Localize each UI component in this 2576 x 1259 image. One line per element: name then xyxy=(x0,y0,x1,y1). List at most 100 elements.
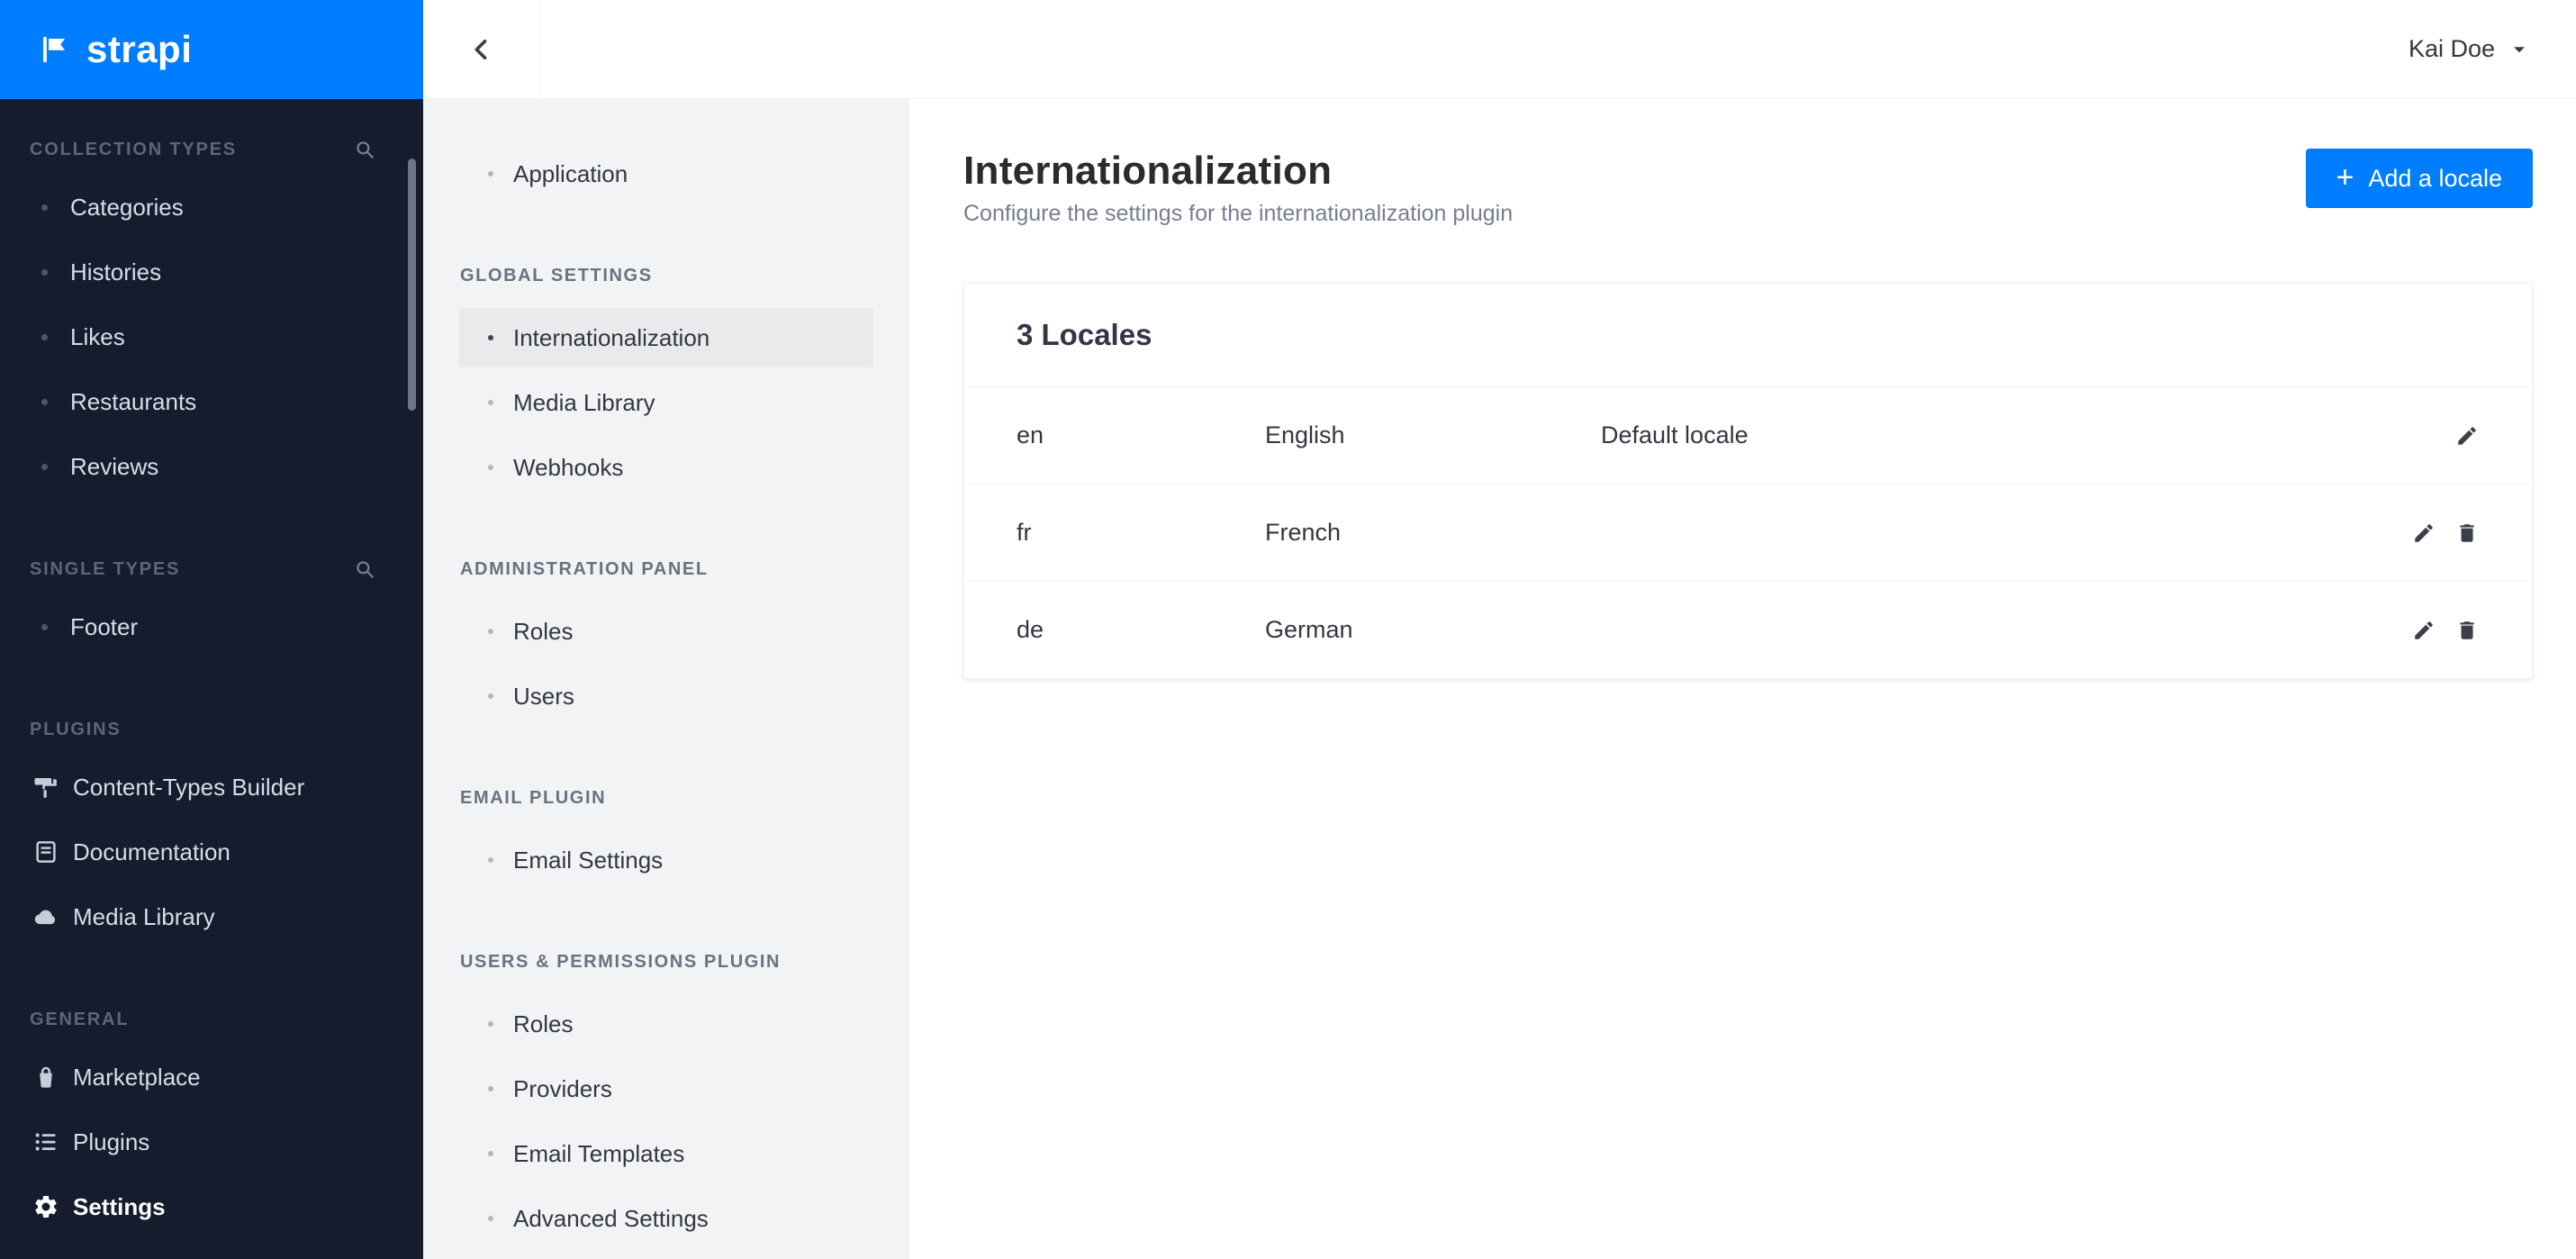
bullet-dot xyxy=(488,335,493,340)
single-types-heading: SINGLE TYPES xyxy=(0,557,423,582)
caret-down-icon xyxy=(2514,46,2525,52)
list-icon xyxy=(35,1133,56,1151)
subnav-item-label: Application xyxy=(513,159,628,187)
bullet-dot xyxy=(488,1086,493,1091)
locale-code: fr xyxy=(1017,519,1032,546)
user-menu[interactable]: Kai Doe xyxy=(2409,35,2576,63)
user-name: Kai Doe xyxy=(2408,35,2495,62)
general-label: GENERAL xyxy=(30,1010,130,1029)
bullet-dot xyxy=(41,623,48,630)
global-settings-heading: GLOBAL SETTINGS xyxy=(460,266,653,285)
main-sidebar: strapi COLLECTION TYPES Categories Histo… xyxy=(0,0,423,1259)
page-title: Internationalization xyxy=(963,149,1333,193)
sidebar-item-label: Documentation xyxy=(73,838,230,865)
search-icon[interactable] xyxy=(353,138,376,161)
delete-locale-button[interactable] xyxy=(2454,618,2480,643)
subnav-item-advanced-settings[interactable]: Advanced Settings xyxy=(459,1189,873,1248)
locale-row-fr: fr French xyxy=(964,484,2532,581)
sidebar-nav: COLLECTION TYPES Categories Histories Li… xyxy=(0,99,423,1259)
sidebar-item-histories[interactable]: Histories xyxy=(0,240,423,304)
collection-types-heading: COLLECTION TYPES xyxy=(0,137,423,162)
sidebar-item-label: Plugins xyxy=(73,1128,150,1155)
top-bar: Kai Doe xyxy=(423,0,2576,99)
pencil-icon xyxy=(2458,426,2476,445)
locale-note: Default locale xyxy=(1601,421,1749,448)
bullet-dot xyxy=(41,204,48,211)
search-icon[interactable] xyxy=(353,557,376,581)
sidebar-item-footer[interactable]: Footer xyxy=(0,594,423,659)
add-locale-button[interactable]: + Add a locale xyxy=(2305,149,2533,208)
paint-roller-icon xyxy=(34,778,57,798)
subnav-item-up-roles[interactable]: Roles xyxy=(459,994,873,1054)
sidebar-item-likes[interactable]: Likes xyxy=(0,304,423,369)
locale-row-en: en English Default locale xyxy=(964,386,2532,484)
bullet-dot xyxy=(488,1216,493,1221)
subnav-item-email-templates[interactable]: Email Templates xyxy=(459,1124,873,1183)
bullet-dot xyxy=(488,693,493,699)
users-permissions-heading: USERS & PERMISSIONS PLUGIN xyxy=(460,952,782,972)
locales-card: 3 Locales en English Default locale fr F… xyxy=(963,283,2533,679)
subnav-item-email-settings[interactable]: Email Settings xyxy=(459,830,873,890)
sidebar-item-label: Likes xyxy=(70,322,125,350)
locale-row-de: de German xyxy=(964,581,2532,678)
general-heading: GENERAL xyxy=(0,1007,423,1032)
app-window: strapi COLLECTION TYPES Categories Histo… xyxy=(0,0,2576,1259)
sidebar-item-label: Reviews xyxy=(70,452,159,480)
gear-icon xyxy=(35,1196,57,1218)
locales-card-header: 3 Locales xyxy=(964,284,2532,386)
section-collection-types: COLLECTION TYPES Categories Histories Li… xyxy=(0,137,423,499)
section-single-types: SINGLE TYPES Footer xyxy=(0,557,423,659)
bullet-dot xyxy=(41,333,48,340)
back-button[interactable] xyxy=(423,0,540,98)
sidebar-item-label: Media Library xyxy=(73,902,215,930)
subnav-item-webhooks[interactable]: Webhooks xyxy=(459,438,873,497)
locale-name: English xyxy=(1265,421,1345,448)
email-plugin-heading: EMAIL PLUGIN xyxy=(460,788,607,808)
subnav-item-admin-users[interactable]: Users xyxy=(459,666,873,726)
trash-icon xyxy=(2460,523,2474,542)
sidebar-item-documentation[interactable]: Documentation xyxy=(0,820,423,884)
subnav-item-label: Media Library xyxy=(513,388,655,416)
page-subtitle: Configure the settings for the internati… xyxy=(963,201,1514,226)
locale-name: French xyxy=(1265,519,1342,546)
locale-name: German xyxy=(1265,616,1353,643)
sidebar-item-reviews[interactable]: Reviews xyxy=(0,434,423,499)
bullet-dot xyxy=(41,398,48,405)
section-plugins: PLUGINS Content-Types Builder Documentat… xyxy=(0,717,423,949)
subnav-item-application[interactable]: Application xyxy=(459,144,873,204)
sidebar-item-marketplace[interactable]: Marketplace xyxy=(0,1045,423,1110)
edit-locale-button[interactable] xyxy=(2411,521,2436,546)
sidebar-item-categories[interactable]: Categories xyxy=(0,175,423,240)
bullet-dot xyxy=(488,857,493,863)
subnav-item-media-library[interactable]: Media Library xyxy=(459,373,873,432)
locale-code: en xyxy=(1017,421,1044,448)
sidebar-item-label: Content-Types Builder xyxy=(73,773,305,801)
delete-locale-button[interactable] xyxy=(2454,521,2480,546)
subnav-item-providers[interactable]: Providers xyxy=(459,1059,873,1119)
subnav-item-internationalization[interactable]: Internationalization xyxy=(459,308,873,367)
sidebar-item-settings[interactable]: Settings xyxy=(0,1174,423,1239)
sidebar-item-label: Histories xyxy=(70,258,162,285)
sidebar-scrollbar[interactable] xyxy=(408,159,416,411)
bullet-dot xyxy=(41,463,48,470)
plus-icon: + xyxy=(2336,159,2355,195)
edit-locale-button[interactable] xyxy=(2454,423,2480,448)
strapi-logo[interactable]: strapi xyxy=(0,0,423,99)
bullet-dot xyxy=(488,629,493,634)
sidebar-item-plugins[interactable]: Plugins xyxy=(0,1110,423,1174)
admin-panel-heading: ADMINISTRATION PANEL xyxy=(460,559,709,579)
edit-locale-button[interactable] xyxy=(2411,618,2436,643)
bullet-dot xyxy=(488,171,493,177)
bullet-dot xyxy=(488,1151,493,1156)
sidebar-item-media-library[interactable]: Media Library xyxy=(0,884,423,949)
bullet-dot xyxy=(488,465,493,470)
bullet-dot xyxy=(488,1021,493,1027)
sidebar-item-restaurants[interactable]: Restaurants xyxy=(0,369,423,434)
page-header-text: Internationalization Configure the setti… xyxy=(963,149,1513,227)
settings-subnav: Application GLOBAL SETTINGS Internationa… xyxy=(423,99,909,1259)
subnav-item-label: Users xyxy=(513,682,574,710)
locales-count-title: 3 Locales xyxy=(1017,318,1152,351)
sidebar-item-content-types-builder[interactable]: Content-Types Builder xyxy=(0,755,423,820)
subnav-item-admin-roles[interactable]: Roles xyxy=(459,602,873,661)
subnav-item-label: Email Templates xyxy=(513,1139,685,1167)
